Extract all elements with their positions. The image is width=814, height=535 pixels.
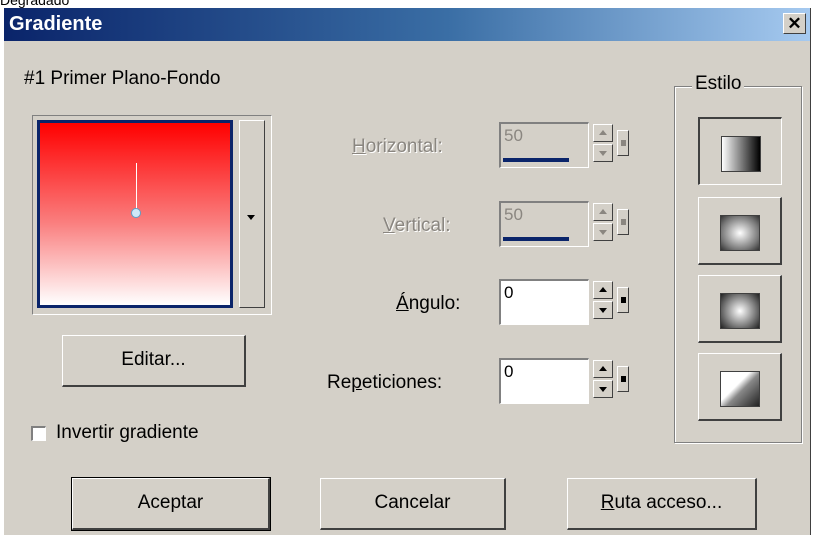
horizontal-label: Horizontal: xyxy=(352,136,443,157)
repetitions-up-button[interactable] xyxy=(593,360,613,378)
horizontal-up-button xyxy=(593,124,613,142)
horizontal-slider-bar xyxy=(503,158,569,162)
slider-icon xyxy=(621,376,626,382)
horizontal-down-button xyxy=(593,144,613,162)
spin-up-icon xyxy=(599,287,607,292)
rectangular-gradient-icon xyxy=(720,215,760,251)
vertical-slider-bar xyxy=(503,237,569,241)
angle-spinner: 0 xyxy=(499,279,641,331)
angle-label: Ángulo: xyxy=(396,293,461,314)
style-group-legend: Estilo xyxy=(692,73,745,95)
shortcut-path-button[interactable]: Ruta acceso... xyxy=(567,478,757,530)
slider-icon xyxy=(621,219,626,225)
repetitions-down-button[interactable] xyxy=(593,380,613,398)
style-rectangular-button[interactable] xyxy=(698,197,782,265)
background-window-title: Degradado xyxy=(0,0,70,8)
vertical-spinner: 50 xyxy=(499,201,641,253)
style-radial-button[interactable] xyxy=(698,275,782,343)
gradient-direction-line xyxy=(136,163,137,211)
gradient-dropdown-button[interactable] xyxy=(239,120,265,308)
slider-icon xyxy=(621,140,626,146)
gradient-direction-handle[interactable] xyxy=(131,208,141,218)
spin-down-icon xyxy=(599,230,607,235)
shortcut-path-button-label: Ruta acceso... xyxy=(600,492,723,513)
title-bar: Gradiente ✕ xyxy=(4,8,810,41)
repetitions-label: Repeticiones: xyxy=(327,372,443,393)
radial-gradient-icon xyxy=(720,293,760,329)
angle-up-button[interactable] xyxy=(593,281,613,299)
window-title: Gradiente xyxy=(9,13,103,35)
spin-down-icon xyxy=(599,387,607,392)
gradient-preview-frame xyxy=(32,115,272,315)
linear-gradient-icon xyxy=(721,136,761,172)
horizontal-spinner: 50 xyxy=(499,122,641,174)
spin-up-icon xyxy=(599,366,607,371)
repetitions-spinner: 0 xyxy=(499,358,641,410)
repetitions-slider-button[interactable] xyxy=(617,366,629,392)
spin-down-icon xyxy=(599,308,607,313)
spin-up-icon xyxy=(599,130,607,135)
invert-gradient-label: Invertir gradiente xyxy=(56,422,199,443)
corner-gradient-icon xyxy=(720,371,760,407)
close-icon: ✕ xyxy=(787,14,802,33)
close-button[interactable]: ✕ xyxy=(783,13,806,34)
vertical-up-button xyxy=(593,203,613,221)
angle-input[interactable]: 0 xyxy=(499,279,589,325)
vertical-label: Vertical: xyxy=(383,215,451,236)
gradient-preview[interactable] xyxy=(37,120,233,308)
style-linear-button[interactable] xyxy=(698,117,782,185)
spin-up-icon xyxy=(599,209,607,214)
horizontal-slider-button xyxy=(617,130,629,156)
repetitions-input[interactable]: 0 xyxy=(499,358,589,404)
background-window-strip: Degradado xyxy=(0,0,814,8)
vertical-slider-button xyxy=(617,209,629,235)
ok-button[interactable]: Aceptar xyxy=(71,477,271,531)
gradient-name-label: #1 Primer Plano-Fondo xyxy=(24,68,221,89)
ok-button-label: Aceptar xyxy=(137,492,204,513)
edit-button[interactable]: Editar... xyxy=(62,335,246,387)
cancel-button[interactable]: Cancelar xyxy=(320,478,506,530)
dropdown-arrow-icon xyxy=(247,215,255,220)
cancel-button-label: Cancelar xyxy=(374,492,451,513)
style-group: Estilo xyxy=(674,73,802,443)
spin-down-icon xyxy=(599,151,607,156)
vertical-down-button xyxy=(593,223,613,241)
invert-gradient-checkbox[interactable] xyxy=(31,426,46,441)
style-sunburst-button[interactable] xyxy=(698,353,782,421)
gradient-dialog: Gradiente ✕ #1 Primer Plano-Fondo Editar… xyxy=(3,8,811,535)
angle-slider-button[interactable] xyxy=(617,287,629,313)
slider-icon xyxy=(621,297,626,303)
edit-button-label: Editar... xyxy=(121,349,186,370)
angle-down-button[interactable] xyxy=(593,301,613,319)
